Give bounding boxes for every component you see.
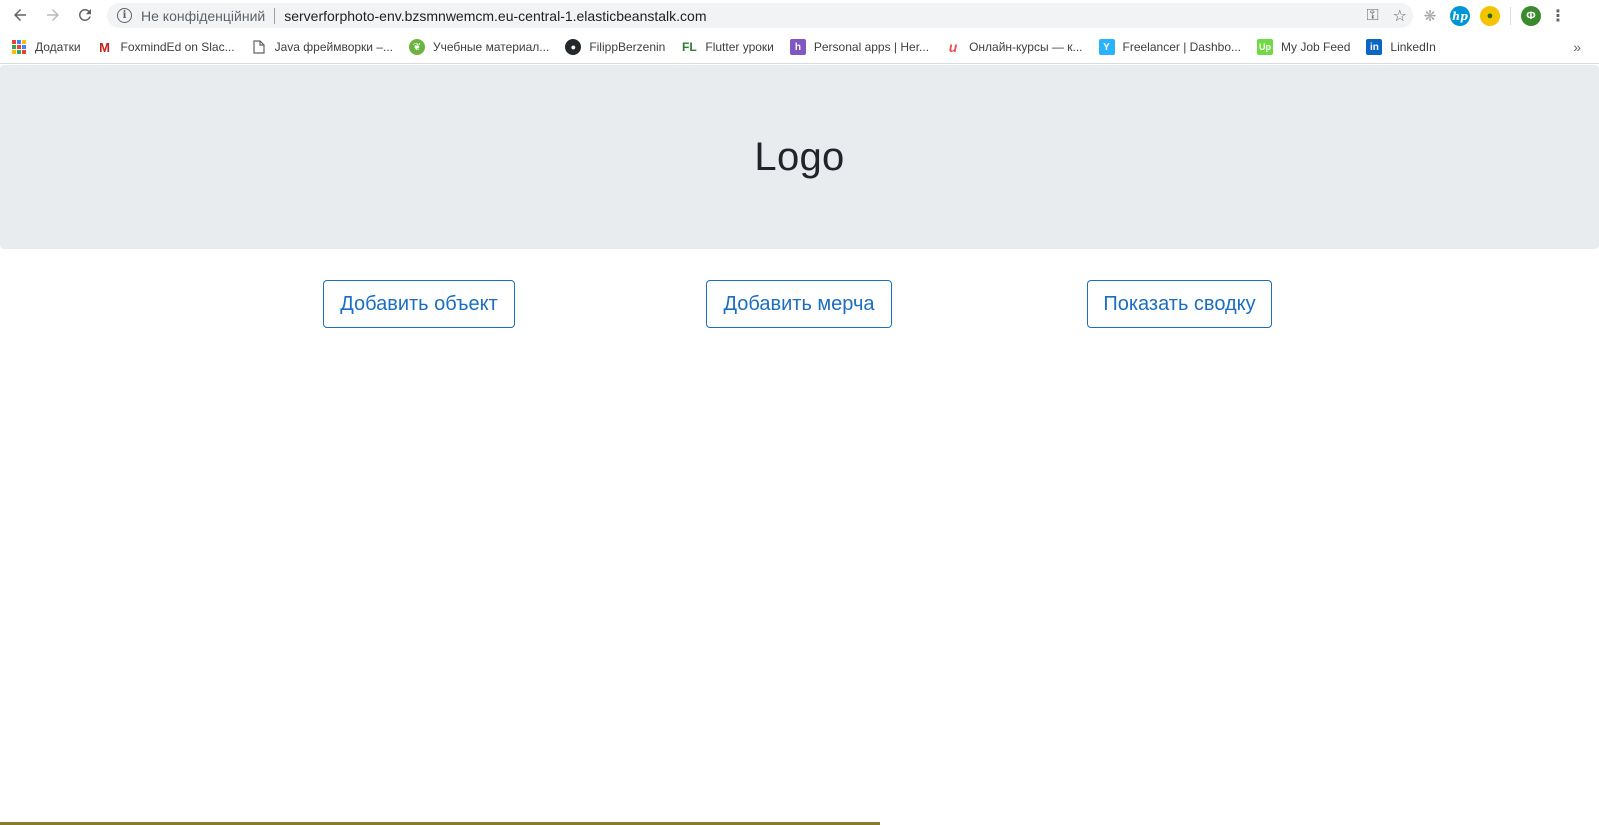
github-icon: ● [565, 39, 582, 55]
freelancer-icon: Y [1098, 39, 1115, 55]
key-icon[interactable]: ⚿ [1366, 7, 1378, 25]
bookmark-label: LinkedIn [1390, 40, 1436, 54]
bookmark-label: My Job Feed [1281, 40, 1351, 54]
add-merch-button[interactable]: Добавить мерча [706, 280, 892, 328]
profile-avatar[interactable]: Ф [1521, 6, 1541, 26]
not-secure-label: Не конфіденційний [141, 7, 266, 24]
info-icon[interactable]: i [117, 8, 132, 23]
linkedin-icon: in [1366, 39, 1383, 55]
gmail-icon: M [99, 39, 110, 55]
paw-extension-icon[interactable]: ❋ [1420, 6, 1440, 26]
back-arrow-icon[interactable] [4, 0, 36, 30]
bookmark-label: Flutter уроки [705, 40, 774, 54]
spring-icon: ❦ [409, 39, 426, 55]
upwork-icon: Up [1257, 39, 1274, 55]
action-buttons-row: Добавить объект Добавить мерча Показать … [0, 280, 1599, 328]
bookmark-heroku[interactable]: h Personal apps | Her... [789, 39, 930, 55]
bookmark-udemy[interactable]: u Онлайн-курсы — к... [945, 39, 1083, 55]
bookmarks-bar: Додатки M FoxmindEd on Slac... Java фрей… [0, 31, 1599, 64]
bookmark-flutter[interactable]: FL Flutter уроки [681, 39, 774, 55]
bookmark-label: Freelancer | Dashbo... [1122, 40, 1242, 54]
bookmark-label: FoxmindEd on Slac... [120, 40, 235, 54]
fl-icon: FL [682, 40, 697, 54]
bookmark-github[interactable]: ● FilippBerzenin [565, 39, 665, 55]
bookmark-spring[interactable]: ❦ Учебные материал... [409, 39, 549, 55]
page-icon [251, 39, 267, 55]
bookmark-freelancer[interactable]: Y Freelancer | Dashbo... [1098, 39, 1242, 55]
extensions-area: ❋ hp ● Ф ⋮ [1420, 4, 1566, 28]
menu-dots-icon[interactable]: ⋮ [1550, 6, 1566, 26]
bookmarks-overflow-icon[interactable]: » [1573, 39, 1581, 55]
show-summary-button[interactable]: Показать сводку [1087, 280, 1272, 328]
extensions-divider [1510, 7, 1511, 25]
bookmark-apps[interactable]: Додатки [12, 40, 81, 54]
bookmark-linkedin[interactable]: in LinkedIn [1366, 39, 1436, 55]
omnibox-divider [274, 7, 276, 24]
star-icon[interactable]: ☆ [1393, 6, 1407, 26]
add-object-button[interactable]: Добавить объект [323, 280, 515, 328]
bookmark-label: Онлайн-курсы — к... [969, 40, 1083, 54]
bookmark-java[interactable]: Java фреймворки –... [251, 39, 393, 55]
bookmark-foxminded[interactable]: M FoxmindEd on Slac... [97, 39, 235, 55]
apps-icon [12, 40, 26, 54]
bookmark-upwork[interactable]: Up My Job Feed [1257, 39, 1350, 55]
udemy-icon: u [948, 39, 958, 55]
bookmark-label: Учебные материал... [433, 40, 550, 54]
hp-extension-icon[interactable]: hp [1450, 6, 1470, 26]
url-text[interactable]: serverforphoto-env.bzsmnwemcm.eu-central… [284, 8, 706, 24]
bookmark-label: Java фреймворки –... [274, 40, 394, 54]
header-jumbotron: Logo [0, 65, 1599, 249]
bookmark-label: Personal apps | Her... [813, 40, 930, 54]
heroku-icon: h [789, 39, 806, 55]
bookmark-label: Додатки [35, 40, 81, 54]
forward-arrow-icon[interactable] [37, 0, 69, 30]
address-bar[interactable]: i Не конфіденційний serverforphoto-env.b… [107, 3, 1413, 28]
yellow-extension-icon[interactable]: ● [1480, 6, 1500, 26]
browser-toolbar: i Не конфіденційний serverforphoto-env.b… [0, 0, 1599, 31]
bookmark-label: FilippBerzenin [589, 40, 666, 54]
reload-icon[interactable] [69, 0, 101, 30]
logo-title: Logo [754, 134, 845, 179]
